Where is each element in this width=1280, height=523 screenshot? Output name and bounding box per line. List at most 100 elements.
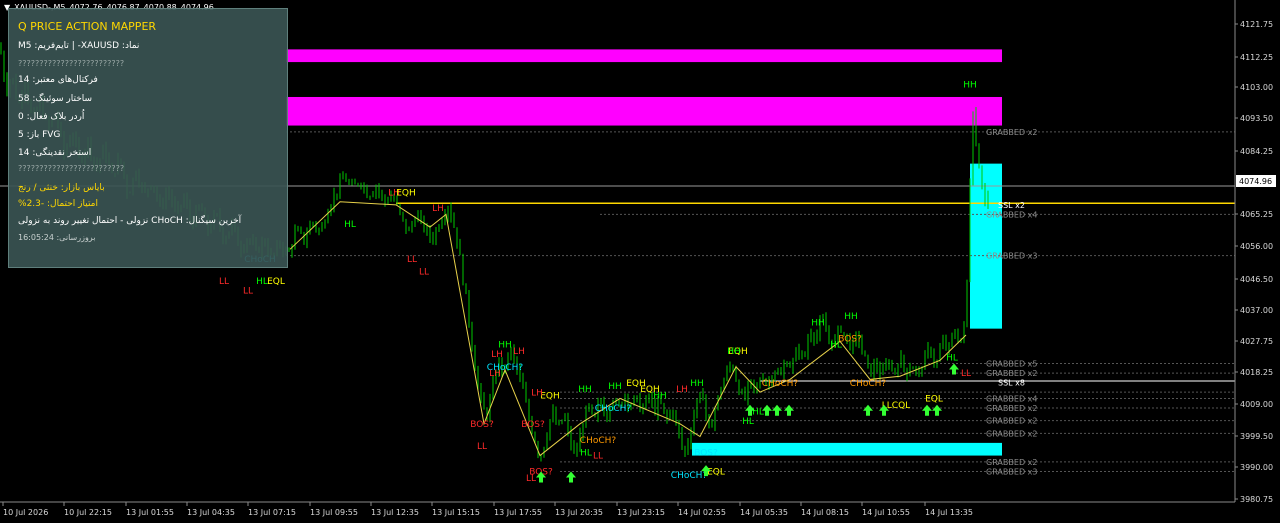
- structure-label: HH: [498, 341, 512, 351]
- structure-label: HH: [963, 80, 977, 90]
- time-tick-label: 13 Jul 04:35: [187, 508, 235, 517]
- panel-liquidity: استخر نقدینگی: 14: [18, 148, 92, 158]
- structure-label: EQL: [925, 395, 943, 405]
- structure-label: HH: [578, 385, 592, 395]
- time-tick-label: 13 Jul 20:35: [555, 508, 603, 517]
- ssl-label: SSL x2: [998, 201, 1025, 210]
- grabbed-label: GRABBED x2: [986, 429, 1037, 438]
- time-tick-label: 13 Jul 15:15: [432, 508, 480, 517]
- structure-label: HL: [946, 353, 958, 363]
- panel-order-block: اُردر بلاک فعال: 0: [18, 112, 85, 122]
- grabbed-label: GRABBED x3: [986, 467, 1037, 476]
- structure-label: HH: [844, 312, 858, 322]
- time-tick-label: 13 Jul 17:55: [494, 508, 542, 517]
- price-tick-label: 4037.00: [1240, 306, 1273, 315]
- structure-label: LL: [961, 369, 971, 379]
- time-tick-label: 13 Jul 07:15: [248, 508, 296, 517]
- structure-label: CHoCH?: [671, 471, 708, 481]
- grabbed-label: GRABBED x2: [986, 369, 1037, 378]
- structure-label: LL: [243, 287, 253, 297]
- price-tick-label: 4009.00: [1240, 400, 1273, 409]
- structure-label: LL: [407, 255, 417, 265]
- panel-swing: ساختار سوئینگ: 58: [18, 94, 93, 104]
- price-tick-label: 4065.25: [1240, 210, 1273, 219]
- grabbed-label: GRABBED x3: [986, 252, 1037, 261]
- time-tick-label: 10 Jul 2026: [3, 508, 48, 517]
- time-tick-label: 14 Jul 08:15: [801, 508, 849, 517]
- structure-label: BOS?: [521, 420, 545, 430]
- indicator-panel[interactable]: Q PRICE ACTION MAPPER نماد: XAUUSD- | تا…: [8, 8, 288, 268]
- price-tick-label: 3999.50: [1240, 432, 1273, 441]
- panel-last-signal: آخرین سیگنال: CHoCH نزولی - احتمال تغییر…: [18, 216, 242, 226]
- structure-label: LL: [593, 452, 603, 462]
- time-tick-label: 13 Jul 09:55: [310, 508, 358, 517]
- demand-zone-2: [970, 163, 1002, 329]
- price-tick-label: 4121.75: [1240, 20, 1273, 29]
- structure-label: HL: [344, 220, 356, 230]
- time-tick-label: 14 Jul 05:35: [740, 508, 788, 517]
- structure-label: LH: [432, 204, 444, 214]
- grabbed-label: GRABBED x4: [986, 210, 1037, 219]
- panel-symbol-line: نماد: XAUUSD- | تایم‌فریم: M5: [18, 41, 140, 51]
- panel-bias: بایاس بازار: خنثی / رنج: [18, 183, 105, 193]
- structure-label: HL: [752, 407, 764, 417]
- panel-updated: بروزرسانی: 16:05:24: [18, 233, 96, 242]
- grabbed-label: GRABBED x2: [986, 458, 1037, 467]
- time-tick-label: 13 Jul 12:35: [371, 508, 419, 517]
- price-tick-label: 4084.25: [1240, 147, 1273, 156]
- structure-label: HH: [811, 318, 825, 328]
- grabbed-label: GRABBED x2: [986, 417, 1037, 426]
- structure-label: HH: [727, 347, 741, 357]
- price-tick-label: 4103.00: [1240, 83, 1273, 92]
- structure-label: LL: [477, 442, 487, 452]
- grabbed-label: GRABBED x5: [986, 360, 1037, 369]
- price-tick-label: 4112.25: [1240, 53, 1273, 62]
- structure-label: BOS?: [694, 449, 718, 459]
- time-tick-label: 13 Jul 01:55: [126, 508, 174, 517]
- structure-label: CHoCH?: [580, 436, 617, 446]
- time-tick-label: 14 Jul 02:55: [678, 508, 726, 517]
- structure-label: HH: [690, 379, 704, 389]
- panel-separator: ?????????????????????????: [18, 164, 125, 173]
- panel-fvg: FVG باز: 5: [18, 130, 61, 140]
- structure-label: HL: [580, 449, 592, 459]
- structure-label: EQH: [396, 188, 416, 198]
- structure-label: LL: [419, 268, 429, 278]
- structure-label: LH: [491, 350, 503, 360]
- panel-title: Q PRICE ACTION MAPPER: [18, 20, 157, 33]
- price-tick-label: 4018.25: [1240, 368, 1273, 377]
- time-tick-label: 13 Jul 23:15: [617, 508, 665, 517]
- panel-score: امتیاز احتمال: -2.3%: [18, 199, 98, 209]
- supply-zone-1: [286, 96, 1002, 126]
- structure-label: LH: [513, 347, 525, 357]
- current-price-label: 4074.96: [1239, 177, 1272, 186]
- structure-label: HH: [608, 382, 622, 392]
- price-tick-label: 3990.00: [1240, 463, 1273, 472]
- panel-fractals: فرکتال‌های معتبر: 14: [18, 75, 98, 85]
- structure-label: HH: [653, 391, 667, 401]
- price-tick-label: 4056.00: [1240, 242, 1273, 251]
- ssl-label: SSL x8: [998, 379, 1025, 388]
- demand-zone-3: [692, 442, 1002, 456]
- structure-label: LH: [531, 388, 543, 398]
- structure-label: LL: [219, 277, 229, 287]
- structure-label: CHoCH?: [850, 379, 887, 389]
- price-tick-label: 4046.50: [1240, 275, 1273, 284]
- structure-label: LL: [526, 474, 536, 484]
- structure-label: HL: [742, 417, 754, 427]
- grabbed-label: GRABBED x2: [986, 404, 1037, 413]
- structure-label: LH: [489, 369, 501, 379]
- supply-zone-0: [286, 49, 1002, 63]
- structure-label: CHoCH?: [595, 404, 632, 414]
- time-tick-label: 14 Jul 10:55: [862, 508, 910, 517]
- time-tick-label: 10 Jul 22:15: [64, 508, 112, 517]
- price-tick-label: 4093.50: [1240, 114, 1273, 123]
- structure-label: EQH: [540, 391, 560, 401]
- price-tick-label: 3980.75: [1240, 495, 1273, 504]
- grabbed-label: GRABBED x2: [986, 128, 1037, 137]
- structure-label: BOS?: [470, 420, 494, 430]
- time-tick-label: 14 Jul 13:35: [925, 508, 973, 517]
- panel-separator: ?????????????????????????: [18, 59, 125, 68]
- structure-label: EQL: [267, 277, 285, 287]
- price-tick-label: 4027.75: [1240, 337, 1273, 346]
